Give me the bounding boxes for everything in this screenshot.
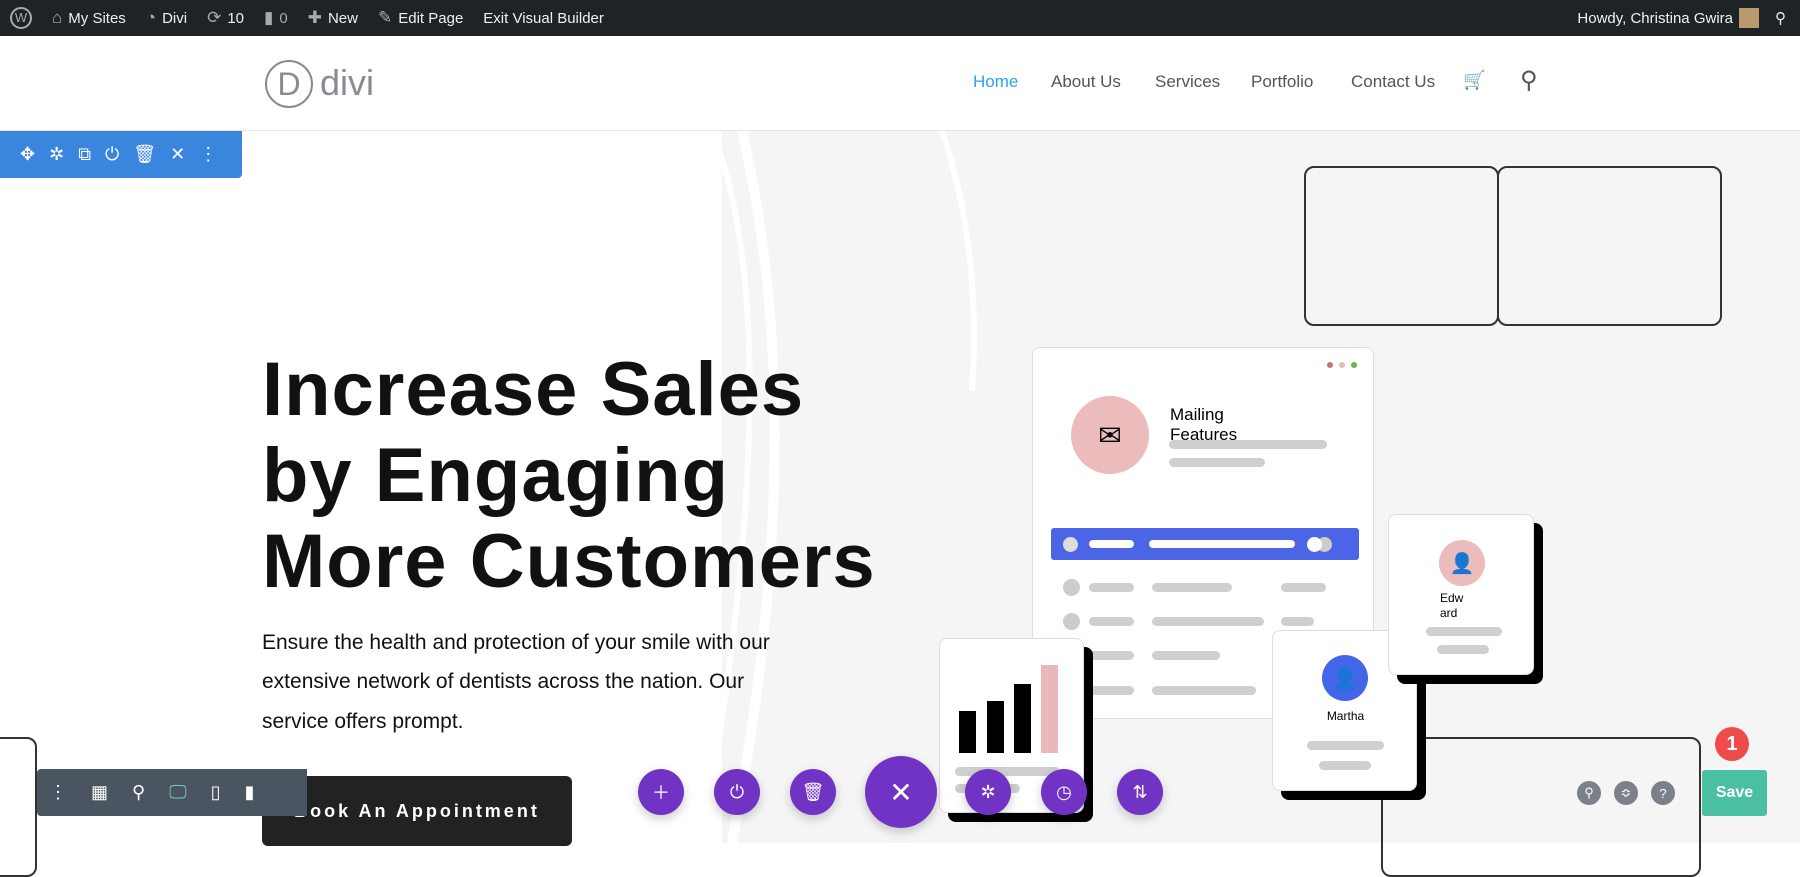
- plus-icon: ✚: [307, 8, 322, 27]
- search-icon[interactable]: ⚲: [1520, 66, 1538, 95]
- avatar: [1739, 8, 1759, 28]
- close-builder-icon[interactable]: ✕: [865, 756, 937, 828]
- dashboard-icon: ◔: [145, 8, 157, 27]
- person-name: Martha: [1326, 709, 1365, 723]
- comments-count: 0: [279, 9, 288, 27]
- nav-portfolio[interactable]: Portfolio: [1251, 72, 1313, 92]
- cart-icon[interactable]: 🛒: [1463, 70, 1485, 91]
- envelope-icon: ✉: [1071, 396, 1149, 474]
- my-sites-menu[interactable]: ⌂ My Sites: [52, 8, 126, 28]
- hero-title-line: Increase Sales: [262, 347, 805, 432]
- howdy-label: Howdy, Christina Gwira: [1577, 9, 1733, 27]
- help-icon[interactable]: ?: [1651, 781, 1675, 805]
- save-button[interactable]: Save: [1702, 770, 1767, 816]
- window-dots: [1327, 362, 1357, 368]
- settings-icon[interactable]: ✲: [49, 144, 64, 165]
- pencil-icon: ✎: [377, 8, 393, 27]
- exit-visual-builder-link[interactable]: Exit Visual Builder: [483, 10, 604, 27]
- user-icon: 👤: [1439, 540, 1485, 586]
- new-label: New: [327, 9, 358, 27]
- home-icon: ⌂: [52, 8, 63, 27]
- nav-home[interactable]: Home: [973, 72, 1018, 92]
- more-icon[interactable]: ⋮: [199, 144, 217, 165]
- wordpress-logo-icon[interactable]: W: [10, 7, 32, 29]
- nav-contact-us[interactable]: Contact Us: [1351, 72, 1435, 92]
- hero-text-line: Ensure the health and protection of your…: [262, 631, 770, 654]
- close-icon[interactable]: ✕: [170, 144, 185, 165]
- user-icon: 👤: [1322, 655, 1368, 701]
- highlighted-row: [1051, 528, 1359, 560]
- add-icon[interactable]: ＋: [638, 769, 684, 815]
- wp-admin-bar: W ⌂ My Sites ◔ Divi ⟳ 10 ▮ 0 ✚ New ✎ Edit Page…: [0, 0, 1800, 36]
- notification-badge: 1: [1715, 727, 1749, 761]
- hero-text-line: extensive network of dentists across the…: [262, 670, 745, 693]
- decor-box: [0, 737, 37, 877]
- new-menu[interactable]: ✚ New: [308, 8, 358, 28]
- zoom-icon[interactable]: ⚲: [132, 782, 145, 803]
- section-settings-toolbar: ✥ ✲ ⧉ ⏻ 🗑 ✕ ⋮: [0, 131, 242, 178]
- nav-about-us[interactable]: About Us: [1051, 72, 1121, 92]
- person-card-edward: 👤 Edw ard: [1388, 514, 1534, 675]
- updates-icon: ⟳: [207, 8, 222, 27]
- history-icon[interactable]: ◷: [1041, 769, 1087, 815]
- book-appointment-button[interactable]: Book An Appointment: [262, 776, 572, 846]
- edit-page-link[interactable]: ✎ Edit Page: [378, 8, 463, 28]
- save-to-library-icon[interactable]: ⏻: [714, 769, 760, 815]
- site-menu[interactable]: ◔ Divi: [146, 8, 187, 28]
- portability-icon[interactable]: ⇅: [1117, 769, 1163, 815]
- comment-icon: ▮: [264, 8, 274, 27]
- person-name: Edw ard: [1440, 591, 1464, 620]
- edit-page-label: Edit Page: [398, 9, 464, 27]
- decor-box: [1304, 166, 1499, 326]
- nav-services[interactable]: Services: [1155, 72, 1220, 92]
- card-title: Mailing Features: [1170, 405, 1238, 444]
- account-menu[interactable]: Howdy, Christina Gwira: [1577, 8, 1759, 28]
- tablet-view-icon[interactable]: ▯: [211, 782, 221, 803]
- clear-layout-icon[interactable]: 🗑: [790, 769, 836, 815]
- comments-menu[interactable]: ▮ 0: [264, 8, 288, 28]
- logo-mark[interactable]: D: [265, 60, 313, 108]
- find-icon[interactable]: ⚲: [1577, 781, 1601, 805]
- settings-icon[interactable]: ✲: [965, 769, 1011, 815]
- page-settings-bar: ⋮ ▦ ⚲ 🖵 ▯ ▮: [37, 769, 307, 816]
- more-icon[interactable]: ⋮: [49, 782, 67, 803]
- my-sites-label: My Sites: [68, 9, 126, 27]
- logo-text[interactable]: divi: [320, 62, 374, 104]
- site-label: Divi: [162, 9, 188, 27]
- phone-view-icon[interactable]: ▮: [244, 782, 254, 803]
- search-icon[interactable]: ⚲: [1775, 9, 1786, 27]
- hero-title-line: More Customers: [262, 519, 876, 604]
- desktop-view-icon[interactable]: 🖵: [169, 782, 186, 803]
- delete-icon[interactable]: 🗑: [133, 144, 156, 165]
- decor-box: [1497, 166, 1722, 326]
- updates-menu[interactable]: ⟳ 10: [207, 8, 244, 28]
- duplicate-icon[interactable]: ⧉: [78, 144, 91, 165]
- hero-title-line: by Engaging: [262, 433, 729, 518]
- move-icon[interactable]: ✥: [20, 144, 35, 165]
- updates-count: 10: [227, 9, 245, 27]
- layout-icon[interactable]: ▦: [91, 782, 108, 803]
- hero-text-line: service offers prompt.: [262, 710, 464, 733]
- save-to-library-icon[interactable]: ⏻: [105, 144, 119, 165]
- site-header: D divi Home About Us Services Portfolio …: [0, 36, 1800, 131]
- decor-box: [1381, 737, 1701, 877]
- layers-icon[interactable]: ≎: [1614, 781, 1638, 805]
